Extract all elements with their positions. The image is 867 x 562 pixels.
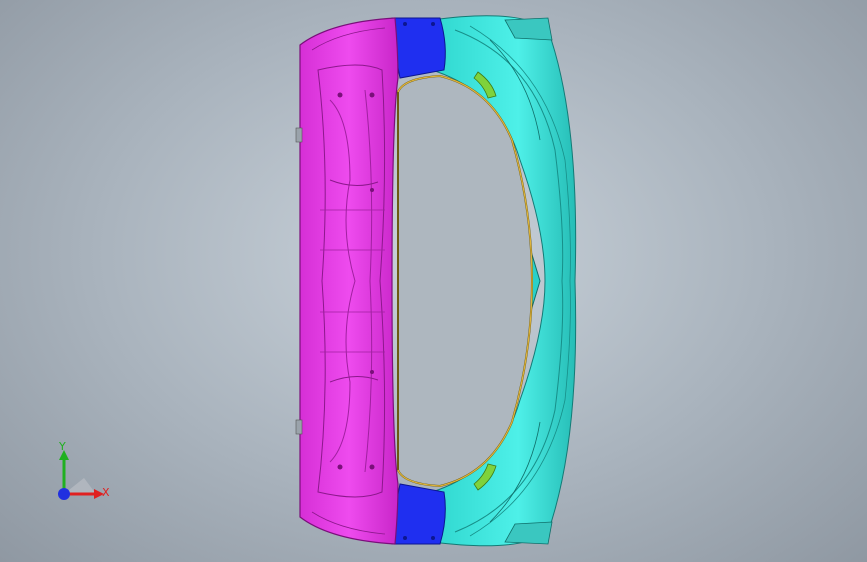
graphics-viewport[interactable]: Y X [0,0,867,562]
triad-y-label: Y [59,440,66,453]
triad-x-label: X [102,486,110,499]
opening-cutout [397,74,534,488]
triad-axes-icon [58,450,104,500]
cad-model[interactable] [0,0,867,562]
magenta-main-panel[interactable] [295,17,399,545]
orientation-triad[interactable]: Y X [40,438,120,518]
blue-corner-bottom[interactable] [391,483,446,545]
blue-corner-top[interactable] [391,17,446,79]
